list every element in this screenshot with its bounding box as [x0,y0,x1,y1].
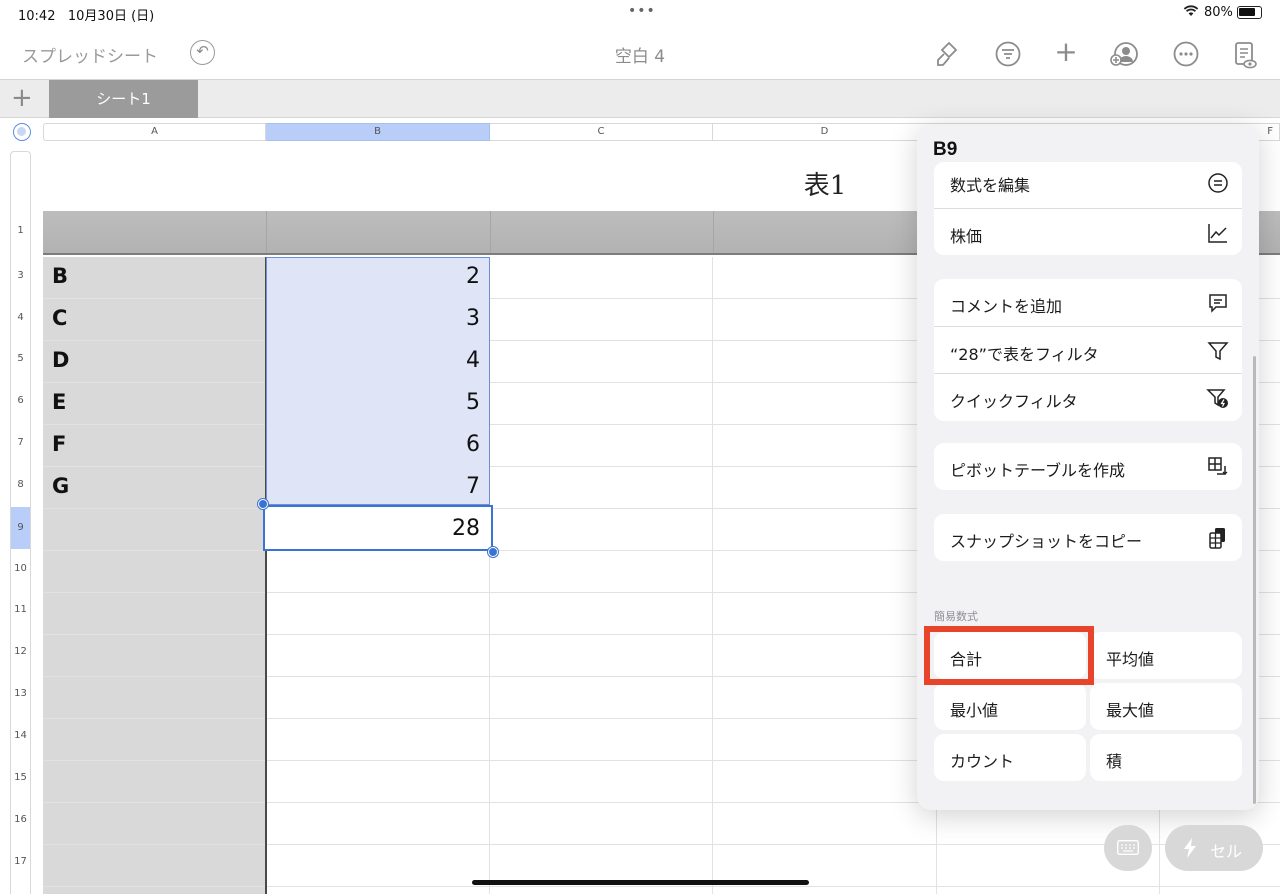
format-brush-icon[interactable] [933,39,961,67]
snapshot-group: スナップショットをコピー [934,514,1242,561]
organize-icon[interactable] [994,39,1022,67]
row-label[interactable]: E [52,390,66,414]
column-header-a[interactable]: A [43,123,266,141]
more-options-icon[interactable] [1172,39,1200,67]
sheet-tabs-bar: + シート1 [0,80,1280,118]
reading-view-icon[interactable] [1231,39,1259,69]
status-date: 10月30日 (日) [67,9,155,24]
row-header[interactable]: 4 [11,312,30,323]
add-icon[interactable]: + [1052,38,1080,67]
document-title[interactable]: 空白 4 [540,42,740,67]
cell-value[interactable]: 2 [266,264,480,289]
header-column[interactable] [43,257,266,894]
pivot-table-icon [1206,455,1230,479]
cell-actions-popover: B9 数式を編集 株価 コメントを追加 “28”で表をフィルタ クイックフィルタ… [917,124,1259,810]
back-to-spreadsheets-button[interactable]: スプレッドシート [22,42,158,67]
quick-formula-header: 簡易数式 [934,610,978,623]
edit-formula-menu-item[interactable]: 数式を編集 [934,162,1242,209]
formula-group: 数式を編集 株価 [934,162,1242,255]
stock-chart-icon [1206,221,1230,245]
row-header[interactable]: 15 [11,772,30,783]
popover-scrollbar[interactable] [1253,356,1256,804]
select-table-handle-icon[interactable] [13,123,31,141]
add-sheet-icon[interactable]: + [11,83,33,113]
toolbar: スプレッドシート ↶ 空白 4 + [0,26,1280,80]
cell-value[interactable]: 4 [266,348,480,373]
row-label[interactable]: C [52,306,67,330]
cell-value[interactable]: 3 [266,306,480,331]
row-label[interactable]: F [52,432,66,456]
sheet-tab-active[interactable]: シート1 [49,80,198,118]
row-header[interactable]: 1 [11,225,30,236]
create-pivot-table-menu-item[interactable]: ピボットテーブルを作成 [934,443,1242,490]
row-header[interactable]: 14 [11,730,30,741]
home-indicator[interactable] [472,880,809,885]
collaborate-icon[interactable] [1110,39,1138,67]
quick-filter-menu-item[interactable]: クイックフィルタ [934,373,1242,420]
row-header[interactable]: 13 [11,688,30,699]
battery-icon [1237,6,1262,19]
column-header-c[interactable]: C [490,123,713,141]
multitasking-dots-icon[interactable]: ••• [628,3,656,19]
row-label[interactable]: D [52,348,69,372]
row-label[interactable]: G [52,474,69,498]
comment-filter-group: コメントを追加 “28”で表をフィルタ クイックフィルタ [934,279,1242,421]
lightning-icon [1183,838,1197,862]
copy-snapshot-menu-item[interactable]: スナップショットをコピー [934,514,1242,561]
row-header[interactable]: 5 [11,353,30,364]
cell-mode-button[interactable]: セル [1165,825,1263,871]
minimum-button[interactable]: 最小値 [934,683,1086,730]
row-header[interactable]: 7 [11,437,30,448]
count-button[interactable]: カウント [934,734,1086,781]
status-time: 10:42 10月30日 (日) [18,9,155,24]
comment-icon [1206,291,1230,315]
filter-icon [1206,339,1230,363]
keyboard-icon [1116,839,1140,859]
row-header[interactable]: 10 [11,563,30,574]
row-header[interactable]: 16 [11,814,30,825]
row-header-selected[interactable]: 9 [11,507,30,549]
selection-handle-bottom-right[interactable] [488,547,498,557]
wifi-icon [1183,4,1199,21]
row-label[interactable]: B [52,264,68,288]
column-header-b[interactable]: B [266,123,490,141]
row-header[interactable]: 8 [11,479,30,490]
cell-value[interactable]: 6 [266,432,480,457]
row-header[interactable]: 6 [11,395,30,406]
sum-cell-value[interactable]: 28 [266,516,480,541]
quick-filter-icon [1206,386,1230,410]
cell-value[interactable]: 5 [266,390,480,415]
cell-value[interactable]: 7 [266,474,480,499]
keyboard-button[interactable] [1104,825,1152,871]
product-button[interactable]: 積 [1090,734,1242,781]
snapshot-icon [1206,526,1230,550]
row-header[interactable]: 3 [11,270,30,281]
row-header[interactable]: 12 [11,646,30,657]
selection-handle-top-left[interactable] [258,499,268,509]
sum-highlight-box [924,626,1094,685]
row-header[interactable]: 11 [11,604,30,615]
undo-icon[interactable]: ↶ [190,40,215,65]
filter-table-menu-item[interactable]: “28”で表をフィルタ [934,326,1242,373]
average-button[interactable]: 平均値 [1090,632,1242,679]
stock-price-menu-item[interactable]: 株価 [934,208,1242,255]
battery-percent: 80% [1204,5,1233,20]
popover-cell-reference: B9 [933,139,958,160]
add-comment-menu-item[interactable]: コメントを追加 [934,279,1242,326]
maximum-button[interactable]: 最大値 [1090,683,1242,730]
column-header-d[interactable]: D [713,123,937,141]
equals-circle-icon [1206,171,1230,195]
selected-range[interactable] [266,257,490,505]
table-title[interactable]: 表1 [780,165,870,202]
pivot-group: ピボットテーブルを作成 [934,443,1242,490]
status-bar: 10:42 10月30日 (日) ••• 80% [0,0,1280,26]
row-header[interactable]: 17 [11,856,30,867]
